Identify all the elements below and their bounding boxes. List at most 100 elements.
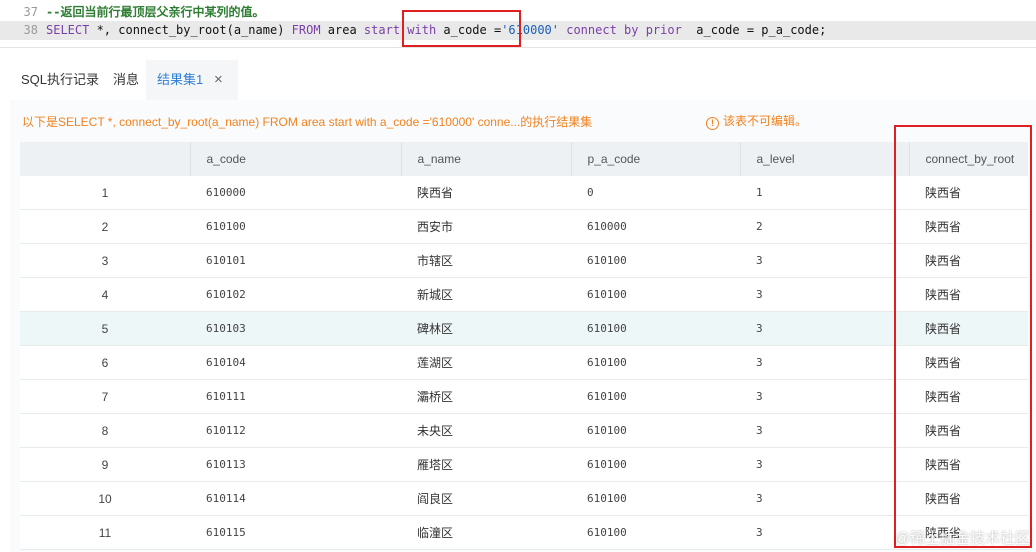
column-header-a-name[interactable]: a_name xyxy=(400,142,571,176)
p-a-code-cell[interactable]: 610100 xyxy=(571,243,740,278)
sql-token: a_code = p_a_code; xyxy=(681,23,827,37)
a-code-cell[interactable]: 610104 xyxy=(190,345,401,380)
connect-by-root-cell[interactable]: 陕西省 xyxy=(909,243,1028,278)
connect-by-root-cell[interactable]: 陕西省 xyxy=(909,176,1028,210)
a-name-cell[interactable]: 阎良区 xyxy=(401,481,571,516)
row-index[interactable]: 10 xyxy=(20,481,190,516)
p-a-code-cell[interactable]: 610100 xyxy=(571,277,740,312)
a-code-cell[interactable]: 610000 xyxy=(190,176,401,210)
row-index[interactable]: 8 xyxy=(20,413,190,448)
a-level-cell[interactable]: 1 xyxy=(740,176,909,210)
row-index[interactable]: 3 xyxy=(20,243,190,278)
warning-icon: ! xyxy=(706,117,719,130)
a-level-cell[interactable]: 3 xyxy=(740,311,909,346)
a-name-cell[interactable]: 碑林区 xyxy=(401,311,571,346)
column-header-connect-by-root[interactable]: connect_by_root xyxy=(908,142,1028,176)
result-tabs: SQL执行记录 消息 结果集1 × xyxy=(0,60,1036,100)
tab-sql-history[interactable]: SQL执行记录 xyxy=(21,60,99,100)
a-name-cell[interactable]: 莲湖区 xyxy=(401,345,571,380)
row-index[interactable]: 2 xyxy=(20,209,190,244)
table-row[interactable]: 3 610101 市辖区 610100 3 陕西省 xyxy=(20,243,1028,278)
table-row[interactable]: 4 610102 新城区 610100 3 陕西省 xyxy=(20,277,1028,312)
a-level-cell[interactable]: 3 xyxy=(740,379,909,414)
table-row[interactable]: 10 610114 阎良区 610100 3 陕西省 xyxy=(20,481,1028,516)
table-row[interactable]: 1 610000 陕西省 0 1 陕西省 xyxy=(20,176,1028,210)
table-row[interactable]: 6 610104 莲湖区 610100 3 陕西省 xyxy=(20,345,1028,380)
a-code-cell[interactable]: 610115 xyxy=(190,515,401,550)
table-row[interactable]: 11 610115 临潼区 610100 3 陕西省 xyxy=(20,515,1028,550)
row-index[interactable]: 5 xyxy=(20,311,190,346)
p-a-code-cell[interactable]: 0 xyxy=(571,176,740,210)
row-index[interactable]: 7 xyxy=(20,379,190,414)
row-index[interactable]: 11 xyxy=(20,515,190,550)
a-name-cell[interactable]: 临潼区 xyxy=(401,515,571,550)
p-a-code-cell[interactable]: 610100 xyxy=(571,379,740,414)
a-code-cell[interactable]: 610113 xyxy=(190,447,401,482)
table-row[interactable]: 9 610113 雁塔区 610100 3 陕西省 xyxy=(20,447,1028,482)
p-a-code-cell[interactable]: 610100 xyxy=(571,481,740,516)
connect-by-root-cell[interactable]: 陕西省 xyxy=(909,379,1028,414)
sql-editor[interactable]: 37 --返回当前行最顶层父亲行中某列的值。 38 SELECT *, conn… xyxy=(0,0,1036,48)
sql-token: area xyxy=(320,23,364,37)
row-index[interactable]: 6 xyxy=(20,345,190,380)
a-code-cell[interactable]: 610111 xyxy=(190,379,401,414)
column-header-index[interactable] xyxy=(20,142,190,176)
a-level-cell[interactable]: 3 xyxy=(740,277,909,312)
a-code-cell[interactable]: 610100 xyxy=(190,209,401,244)
a-level-cell[interactable]: 3 xyxy=(740,413,909,448)
connect-by-root-cell[interactable]: 陕西省 xyxy=(909,515,1028,550)
a-name-cell[interactable]: 西安市 xyxy=(401,209,571,244)
result-table: a_code a_name p_a_code a_level connect_b… xyxy=(20,142,1028,550)
p-a-code-cell[interactable]: 610100 xyxy=(571,413,740,448)
connect-by-root-cell[interactable]: 陕西省 xyxy=(909,311,1028,346)
row-index[interactable]: 1 xyxy=(20,176,190,210)
connect-by-root-cell[interactable]: 陕西省 xyxy=(909,209,1028,244)
a-name-cell[interactable]: 新城区 xyxy=(401,277,571,312)
p-a-code-cell[interactable]: 610100 xyxy=(571,345,740,380)
a-level-cell[interactable]: 2 xyxy=(740,209,909,244)
a-level-cell[interactable]: 3 xyxy=(740,515,909,550)
a-code-cell[interactable]: 610112 xyxy=(190,413,401,448)
a-level-cell[interactable]: 3 xyxy=(740,345,909,380)
sql-token: '610000' xyxy=(501,23,559,37)
p-a-code-cell[interactable]: 610100 xyxy=(571,311,740,346)
connect-by-root-cell[interactable]: 陕西省 xyxy=(909,447,1028,482)
sql-token: connect by prior xyxy=(559,23,682,37)
p-a-code-cell[interactable]: 610100 xyxy=(571,515,740,550)
connect-by-root-cell[interactable]: 陕西省 xyxy=(909,277,1028,312)
a-code-cell[interactable]: 610101 xyxy=(190,243,401,278)
a-level-cell[interactable]: 3 xyxy=(740,243,909,278)
a-code-cell[interactable]: 610103 xyxy=(190,311,401,346)
column-header-a-code[interactable]: a_code xyxy=(189,142,401,176)
column-header-a-level[interactable]: a_level xyxy=(739,142,909,176)
a-level-cell[interactable]: 3 xyxy=(740,481,909,516)
a-code-cell[interactable]: 610114 xyxy=(190,481,401,516)
a-name-cell[interactable]: 雁塔区 xyxy=(401,447,571,482)
row-index[interactable]: 4 xyxy=(20,277,190,312)
a-code-cell[interactable]: 610102 xyxy=(190,277,401,312)
sql-statement: SELECT *, connect_by_root(a_name) FROM a… xyxy=(46,21,826,40)
connect-by-root-cell[interactable]: 陕西省 xyxy=(909,413,1028,448)
a-name-cell[interactable]: 市辖区 xyxy=(401,243,571,278)
table-row[interactable]: 5 610103 碑林区 610100 3 陕西省 xyxy=(20,311,1028,346)
close-icon[interactable]: × xyxy=(214,60,223,100)
code-line-37[interactable]: 37 --返回当前行最顶层父亲行中某列的值。 xyxy=(0,3,1036,22)
a-name-cell[interactable]: 陕西省 xyxy=(401,176,571,210)
code-line-38[interactable]: 38 SELECT *, connect_by_root(a_name) FRO… xyxy=(0,21,1036,40)
a-name-cell[interactable]: 未央区 xyxy=(401,413,571,448)
connect-by-root-cell[interactable]: 陕西省 xyxy=(909,345,1028,380)
table-header-row: a_code a_name p_a_code a_level connect_b… xyxy=(20,142,1028,176)
p-a-code-cell[interactable]: 610000 xyxy=(571,209,740,244)
tab-messages[interactable]: 消息 xyxy=(113,60,139,100)
table-row[interactable]: 8 610112 未央区 610100 3 陕西省 xyxy=(20,413,1028,448)
column-header-p-a-code[interactable]: p_a_code xyxy=(570,142,740,176)
p-a-code-cell[interactable]: 610100 xyxy=(571,447,740,482)
a-level-cell[interactable]: 3 xyxy=(740,447,909,482)
sql-token: start with xyxy=(363,23,437,37)
row-index[interactable]: 9 xyxy=(20,447,190,482)
connect-by-root-cell[interactable]: 陕西省 xyxy=(909,481,1028,516)
tab-result-set-1[interactable]: 结果集1 xyxy=(146,60,238,100)
table-row[interactable]: 2 610100 西安市 610000 2 陕西省 xyxy=(20,209,1028,244)
a-name-cell[interactable]: 灞桥区 xyxy=(401,379,571,414)
table-row[interactable]: 7 610111 灞桥区 610100 3 陕西省 xyxy=(20,379,1028,414)
